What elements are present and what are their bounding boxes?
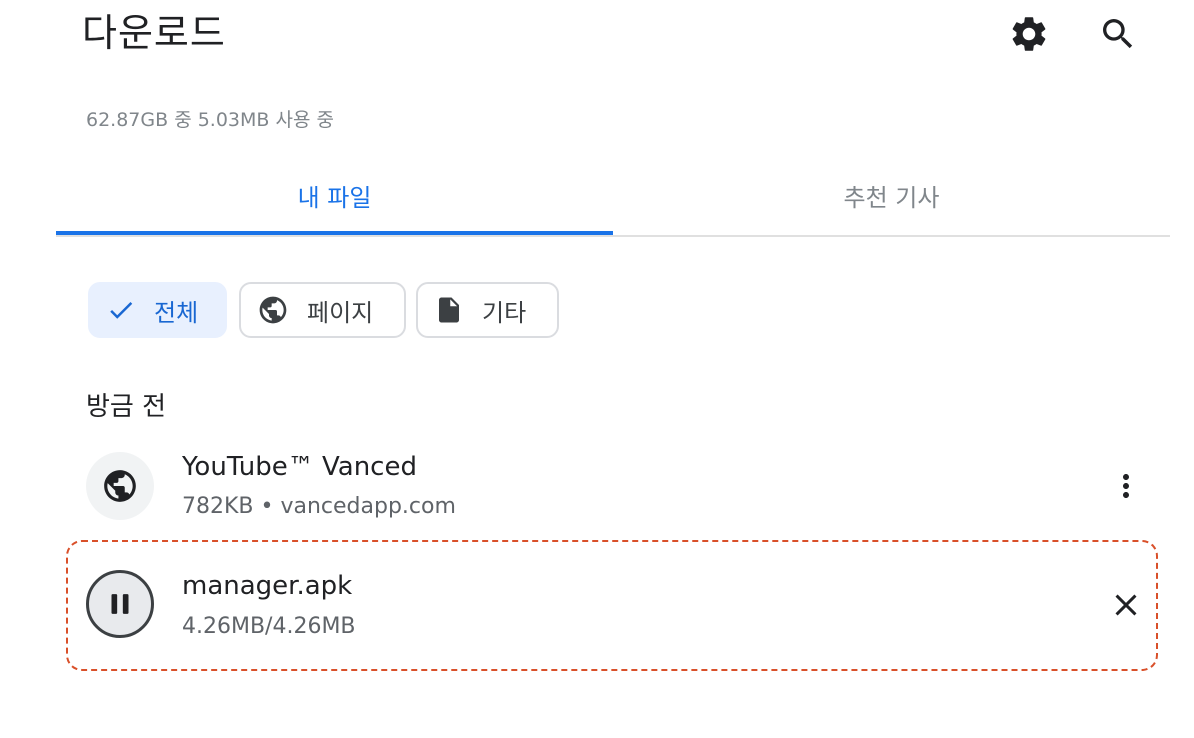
- filter-chip-all-label: 전체: [154, 298, 199, 327]
- download-item-manager-apk-subtitle: 4.26MB/4.26MB: [182, 614, 356, 639]
- file-icon: [439, 297, 459, 323]
- more-vert-icon: [1123, 474, 1129, 498]
- gear-icon: [1012, 17, 1046, 51]
- globe-icon: [104, 470, 136, 502]
- settings-button[interactable]: [1001, 6, 1057, 62]
- filter-chip-other-label: 기타: [482, 298, 527, 327]
- tab-suggested-articles-label: 추천 기사: [843, 183, 940, 212]
- download-item-manager-apk-title: manager.apk: [182, 571, 353, 601]
- tab-active-indicator: [56, 231, 613, 235]
- downloads-page: 다운로드 62.87GB 중 5.03MB 사용 중 내 파일 추천 기사 전체: [0, 0, 1194, 738]
- download-item-vanced-title: YouTube™ Vanced: [182, 452, 417, 482]
- search-button[interactable]: [1090, 6, 1146, 62]
- search-icon: [1103, 19, 1133, 49]
- section-header-just-now: 방금 전: [86, 392, 167, 422]
- pause-button[interactable]: [86, 570, 154, 638]
- more-options-button[interactable]: [1098, 458, 1154, 514]
- tab-divider: [56, 235, 1170, 237]
- close-icon: [1115, 594, 1137, 616]
- check-icon: [110, 301, 133, 319]
- highlight-box: [66, 540, 1158, 671]
- page-title: 다운로드: [82, 11, 226, 55]
- filter-chip-pages-label: 페이지: [307, 298, 374, 327]
- tab-my-files[interactable]: 내 파일: [56, 160, 613, 230]
- pause-icon: [111, 594, 129, 614]
- filter-chip-all[interactable]: 전체: [88, 282, 227, 338]
- download-item-vanced-icon-circle: [86, 452, 154, 520]
- tab-suggested-articles[interactable]: 추천 기사: [613, 160, 1170, 230]
- tab-my-files-label: 내 파일: [297, 183, 372, 212]
- globe-icon: [259, 296, 287, 324]
- download-item-vanced-subtitle: 782KB • vancedapp.com: [182, 494, 456, 519]
- filter-chip-pages[interactable]: 페이지: [239, 282, 406, 338]
- filter-chip-other[interactable]: 기타: [416, 282, 559, 338]
- storage-usage-text: 62.87GB 중 5.03MB 사용 중: [86, 109, 334, 131]
- cancel-download-button[interactable]: [1098, 577, 1154, 633]
